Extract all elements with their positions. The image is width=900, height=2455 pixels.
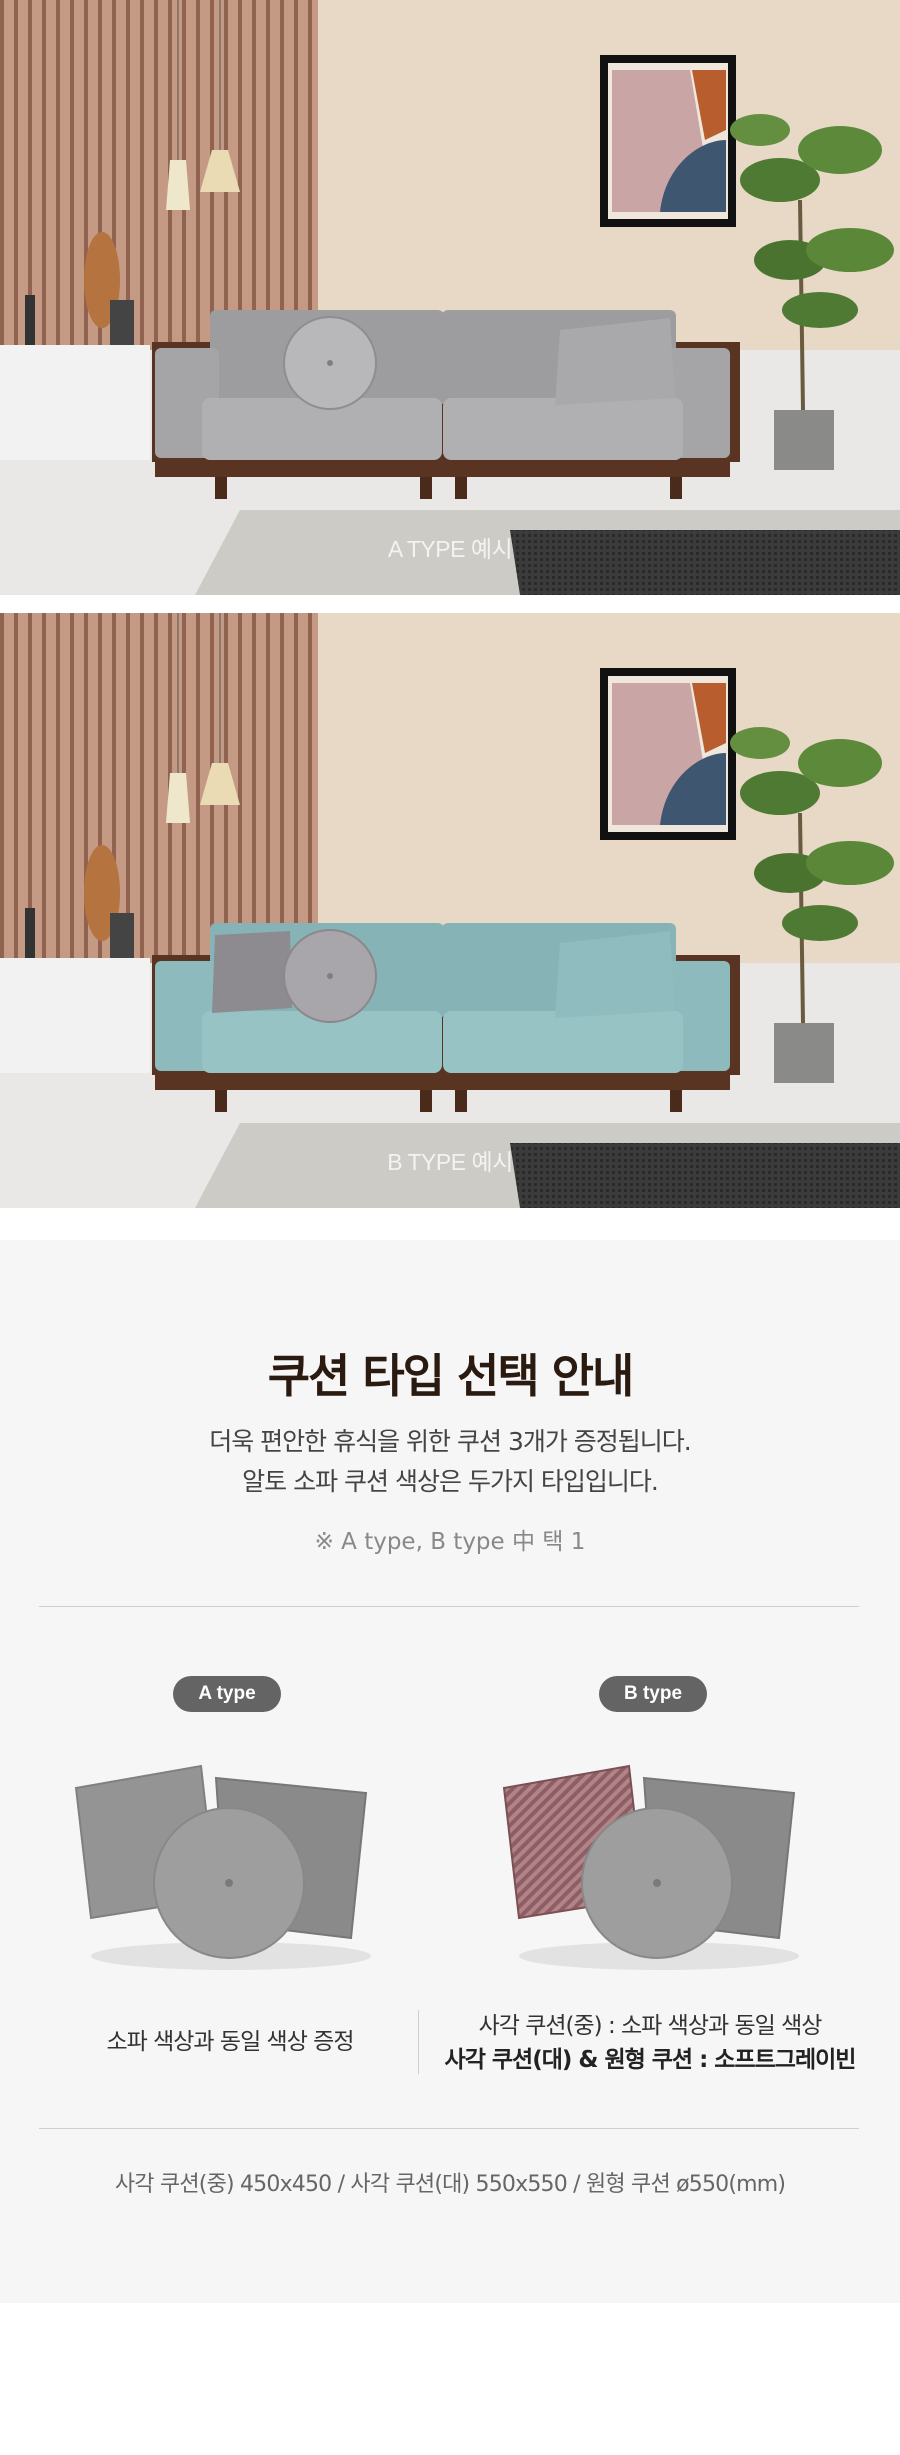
type-b-badge: B type (599, 1676, 707, 1712)
type-a-cushions-image (74, 1764, 371, 1970)
selection-note: ※ A type, B type 中 택 1 (314, 1529, 586, 1555)
sofa-photo-b-type: B TYPE 예시 (0, 613, 900, 1208)
type-b-caption-line1: 사각 쿠션(중) : 소파 색상과 동일 색상 (478, 2013, 823, 2039)
cushion-type-guide: 쿠션 타입 선택 안내 더욱 편안한 휴식을 위한 쿠션 3개가 증정됩니다. … (0, 1240, 900, 2303)
guide-description-line1: 더욱 편안한 휴식을 위한 쿠션 3개가 증정됩니다. (209, 1427, 692, 1456)
type-b-caption-line2: 사각 쿠션(대) & 원형 쿠션 : 소프트그레이빈 (444, 2047, 857, 2073)
type-b-cushions-image (502, 1764, 799, 1970)
type-a-caption: 소파 색상과 동일 색상 증정 (106, 2029, 354, 2055)
type-divider (418, 2010, 419, 2074)
guide-title: 쿠션 타입 선택 안내 (267, 1349, 635, 1403)
divider-bottom (39, 2128, 859, 2129)
type-a-badge: A type (173, 1676, 281, 1712)
living-room-illustration-b (0, 613, 900, 1208)
divider-top (39, 1606, 859, 1607)
guide-description-line2: 알토 소파 쿠션 색상은 두가지 타입입니다. (242, 1467, 659, 1496)
living-room-illustration-a (0, 0, 900, 595)
photo-a-caption: A TYPE 예시 (387, 536, 513, 562)
sofa-photo-a-type: A TYPE 예시 (0, 0, 900, 595)
cushion-sizes: 사각 쿠션(중) 450x450 / 사각 쿠션(대) 550x550 / 원형… (114, 2172, 786, 2197)
photo-b-caption: B TYPE 예시 (387, 1149, 513, 1175)
